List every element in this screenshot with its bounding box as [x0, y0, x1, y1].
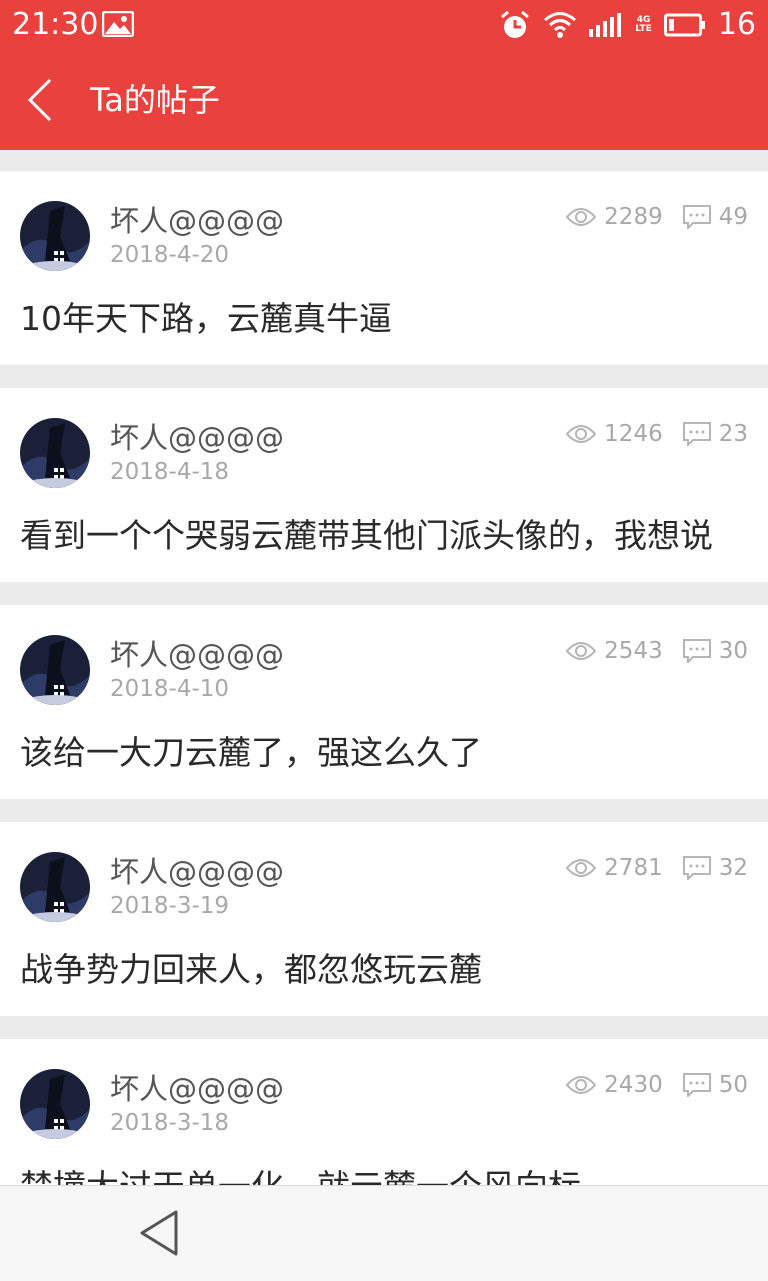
status-bar: 21:30 4G LTE 16	[0, 0, 768, 50]
app-bar: Ta的帖子	[0, 50, 768, 150]
page-title: Ta的帖子	[90, 81, 220, 119]
comment-icon	[682, 422, 711, 446]
comment-icon	[682, 205, 711, 229]
post-stats: 1246 23	[566, 418, 748, 450]
comment-icon	[682, 856, 711, 880]
avatar[interactable]	[20, 852, 90, 922]
post-card[interactable]: 坏人@@@@ 2018-4-20 2289 49 10年天下路，云麓真牛逼	[0, 171, 768, 365]
post-username[interactable]: 坏人@@@@	[110, 852, 284, 892]
post-date: 2018-4-10	[110, 676, 230, 702]
view-count: 2289	[604, 204, 663, 230]
post-text[interactable]: 10年天下路，云麓真牛逼	[20, 297, 392, 341]
battery-icon	[663, 13, 705, 37]
post-text[interactable]: 战争势力回来人，都忽悠玩云麓	[20, 948, 482, 992]
comment-count: 50	[718, 1072, 748, 1098]
post-card[interactable]: 坏人@@@@ 2018-4-10 2543 30 该给一大刀云麓了，强这么久了	[0, 605, 768, 799]
eye-icon	[566, 859, 597, 877]
post-date: 2018-4-20	[110, 242, 230, 268]
post-text[interactable]: 该给一大刀云麓了，强这么久了	[20, 731, 482, 775]
post-date: 2018-4-18	[110, 459, 230, 485]
network-type-indicator: 4G LTE	[635, 16, 652, 34]
post-text[interactable]: 看到一个个哭弱云麓带其他门派头像的，我想说	[20, 514, 713, 558]
post-username[interactable]: 坏人@@@@	[110, 418, 284, 458]
back-chevron-icon[interactable]	[24, 78, 60, 122]
avatar[interactable]	[20, 201, 90, 271]
system-nav-bar	[0, 1185, 768, 1281]
alarm-icon	[501, 10, 530, 38]
post-username[interactable]: 坏人@@@@	[110, 635, 284, 675]
eye-icon	[566, 1076, 597, 1094]
status-time: 21:30	[12, 7, 99, 42]
comment-icon	[682, 639, 711, 663]
post-stats: 2781 32	[566, 852, 748, 884]
signal-icon	[589, 13, 622, 37]
post-date: 2018-3-18	[110, 1110, 230, 1136]
post-stats: 2289 49	[566, 201, 748, 233]
view-count: 1246	[604, 421, 663, 447]
nav-back-triangle-icon[interactable]	[138, 1208, 182, 1258]
image-notification-icon	[101, 10, 135, 38]
post-card[interactable]: 坏人@@@@ 2018-3-19 2781 32 战争势力回来人，都忽悠玩云麓	[0, 822, 768, 1016]
comment-count: 32	[718, 855, 748, 881]
comment-count: 30	[718, 638, 748, 664]
comment-count: 49	[718, 204, 748, 230]
post-stats: 2430 50	[566, 1069, 748, 1101]
view-count: 2781	[604, 855, 663, 881]
post-username[interactable]: 坏人@@@@	[110, 1069, 284, 1109]
avatar[interactable]	[20, 418, 90, 488]
battery-level: 16	[717, 7, 756, 42]
comment-count: 23	[718, 421, 748, 447]
eye-icon	[566, 208, 597, 226]
wifi-icon	[544, 12, 577, 38]
status-icons: 4G LTE 16	[499, 6, 756, 44]
post-date: 2018-3-19	[110, 893, 230, 919]
comment-icon	[682, 1073, 711, 1097]
avatar[interactable]	[20, 635, 90, 705]
eye-icon	[566, 425, 597, 443]
eye-icon	[566, 642, 597, 660]
view-count: 2543	[604, 638, 663, 664]
post-username[interactable]: 坏人@@@@	[110, 201, 284, 241]
network-subtype: LTE	[635, 24, 652, 34]
post-card[interactable]: 坏人@@@@ 2018-4-18 1246 23 看到一个个哭弱云麓带其他门派头…	[0, 388, 768, 582]
post-stats: 2543 30	[566, 635, 748, 667]
avatar[interactable]	[20, 1069, 90, 1139]
view-count: 2430	[604, 1072, 663, 1098]
